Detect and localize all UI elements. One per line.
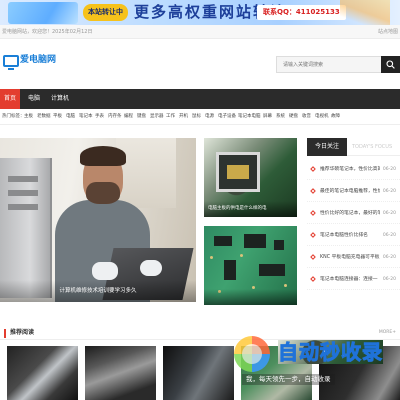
- watermark-title: 自动秒收录: [278, 340, 383, 365]
- hot-tags: 热门标签： 主板 老数据 平板 电脑 笔记本 手表 内存条 编程 键盘 显示器 …: [0, 109, 400, 125]
- slide-person-beard: [86, 182, 120, 204]
- featured-tile[interactable]: [204, 226, 297, 305]
- tag-link[interactable]: 电源: [205, 109, 214, 125]
- list-item-title[interactable]: 推荐华硕笔记本，性价比高的: [320, 160, 380, 180]
- tag-link[interactable]: 电脑: [66, 109, 75, 125]
- nav-item-home[interactable]: 首页: [0, 89, 20, 109]
- site-header: 爱电脑网: [0, 39, 400, 87]
- tile-caption[interactable]: 电脑主板的供电是什么样的电: [204, 201, 297, 217]
- banner-badge: 本站转让中: [83, 4, 128, 21]
- bullet-icon: [310, 188, 316, 194]
- watermark: 自动秒收录 我，每天领先一步，自动收录: [234, 336, 400, 400]
- nav-item-pc[interactable]: 计算机: [49, 89, 71, 109]
- tag-link[interactable]: 笔记本电脑: [238, 109, 261, 125]
- promo-banner[interactable]: 本站转让中 更多高权重网站转让 联系QQ：411025133: [0, 0, 400, 25]
- tags-label: 热门标签：: [2, 114, 25, 119]
- search-box: [276, 56, 400, 73]
- tag-link[interactable]: 屏幕: [263, 109, 272, 125]
- bullet-icon: [310, 254, 316, 260]
- watermark-subtitle: 我，每天领先一步，自动收录: [242, 374, 335, 385]
- bullet-icon: [310, 276, 316, 282]
- list-item[interactable]: 最佳的笔记本电脑推荐，性价比 06-20: [307, 182, 400, 202]
- list-item[interactable]: 笔记本电脑连接器：连接一 06-20: [307, 270, 400, 290]
- list-item-title[interactable]: 笔记本电脑连接器：连接一: [320, 270, 380, 290]
- watermark-logo-icon: [234, 336, 270, 372]
- tab-today-focus-en: TODAY'S FOCUS: [352, 144, 393, 150]
- list-item-date: 06-20: [382, 211, 396, 216]
- list-item-title[interactable]: 最佳的笔记本电脑推荐，性价比: [320, 182, 380, 202]
- tile-caption[interactable]: [204, 289, 297, 305]
- banner-contact[interactable]: 联系QQ：411025133: [257, 5, 346, 20]
- tag-link[interactable]: 手表: [95, 109, 104, 125]
- tag-link[interactable]: 收音: [302, 109, 311, 125]
- top-bar: 爱电脑网站，欢迎您！ 2025年02月12日 站点地图: [0, 25, 400, 39]
- list-item[interactable]: 性价比好的笔记本，最好的笔记本 06-20: [307, 204, 400, 224]
- banner-decoration-right: [340, 0, 390, 25]
- list-item[interactable]: 笔记本电脑性价比排名 06-20: [307, 226, 400, 246]
- tag-link[interactable]: 系统: [276, 109, 285, 125]
- section-title: 推荐阅读: [10, 329, 35, 336]
- section-marker: [4, 329, 6, 338]
- featured-slider[interactable]: 计算机维修技术培训要学习多久: [0, 138, 196, 302]
- focus-header: 今日关注 TODAY'S FOCUS: [307, 138, 400, 156]
- tag-link[interactable]: 编程: [124, 109, 133, 125]
- bullet-icon: [310, 232, 316, 238]
- tab-today-focus[interactable]: 今日关注: [307, 138, 347, 156]
- search-button[interactable]: [381, 56, 400, 73]
- banner-decoration: [8, 2, 78, 24]
- tile-chip-image: [216, 152, 260, 192]
- tag-link[interactable]: 鼠标: [192, 109, 201, 125]
- list-item-date: 06-20: [382, 167, 396, 172]
- recommended-thumbnail[interactable]: [163, 346, 234, 400]
- tag-link[interactable]: 主板: [24, 109, 33, 125]
- monitor-logo-icon[interactable]: [3, 55, 19, 70]
- tag-link[interactable]: 内存条: [108, 109, 122, 125]
- list-item-date: 06-20: [382, 277, 396, 282]
- tag-link[interactable]: 键盘: [137, 109, 146, 125]
- search-input[interactable]: [276, 56, 381, 73]
- recommended-thumbnail[interactable]: [85, 346, 156, 400]
- slide-caption[interactable]: 计算机维修技术培训要学习多久: [0, 280, 196, 302]
- list-item[interactable]: 推荐华硕笔记本，性价比高的 06-20: [307, 160, 400, 180]
- tag-link[interactable]: 电子设备: [218, 109, 236, 125]
- bullet-icon: [310, 210, 316, 216]
- nav-item-computer[interactable]: 电脑: [24, 89, 44, 109]
- slide-background-shelf: [116, 138, 176, 208]
- list-item-title[interactable]: 笔记本电脑性价比排名: [320, 226, 380, 246]
- list-item-date: 06-20: [382, 233, 396, 238]
- list-item[interactable]: KNC 平板电脑充电器可平板 06-20: [307, 248, 400, 268]
- sitemap-link[interactable]: 站点地图: [378, 25, 398, 39]
- bullet-icon: [310, 166, 316, 172]
- current-date: 2025年02月12日: [52, 29, 93, 35]
- list-item-title[interactable]: 性价比好的笔记本，最好的笔记本: [320, 204, 380, 224]
- featured-tile[interactable]: 电脑主板的供电是什么样的电: [204, 138, 297, 217]
- slide-pc-tower: [0, 158, 52, 298]
- search-icon: [386, 60, 395, 69]
- tag-link[interactable]: 老数据: [37, 109, 51, 125]
- tag-link[interactable]: 平板: [53, 109, 62, 125]
- list-item-date: 06-20: [382, 189, 396, 194]
- list-item-date: 06-20: [382, 255, 396, 260]
- site-logo[interactable]: 爱电脑网: [20, 54, 56, 66]
- main-nav: 首页 电脑 计算机: [0, 89, 400, 109]
- tag-link[interactable]: 显示器: [150, 109, 164, 125]
- recommended-thumbnail[interactable]: [7, 346, 78, 400]
- tag-link[interactable]: 开机: [179, 109, 188, 125]
- list-item-title[interactable]: KNC 平板电脑充电器可平板: [320, 248, 380, 268]
- slide-glove: [140, 260, 162, 276]
- welcome-text: 爱电脑网站，欢迎您！: [2, 29, 53, 35]
- tag-link[interactable]: 故障: [331, 109, 340, 125]
- tag-link[interactable]: 工作: [166, 109, 175, 125]
- tag-link[interactable]: 电视机: [315, 109, 329, 125]
- tag-link[interactable]: 笔记本: [79, 109, 93, 125]
- page: 本站转让中 更多高权重网站转让 联系QQ：411025133 爱电脑网站，欢迎您…: [0, 0, 400, 400]
- slide-person-hair: [80, 146, 126, 166]
- tag-link[interactable]: 硬盘: [289, 109, 298, 125]
- slide-glove: [92, 262, 118, 280]
